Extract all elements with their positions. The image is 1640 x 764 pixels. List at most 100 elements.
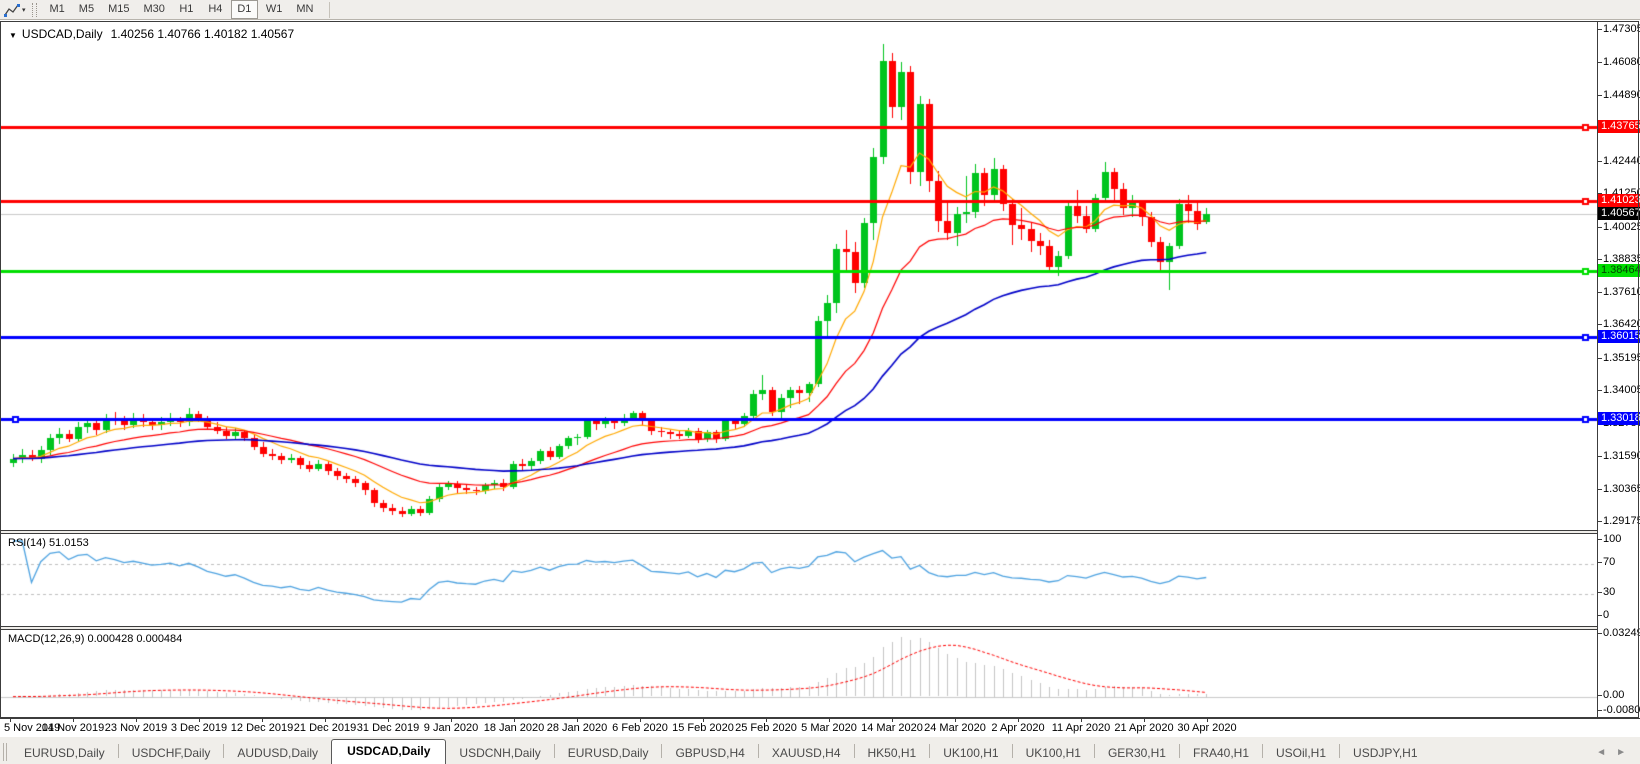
chart-tab-gbpusd-h4[interactable]: GBPUSD,H4 xyxy=(662,743,757,764)
rsi-tick-dash xyxy=(1598,615,1602,616)
macd-tick-dash xyxy=(1598,695,1602,696)
chart-tabs: EURUSD,DailyUSDCHF,DailyAUDUSD,DailyUSDC… xyxy=(11,736,1596,764)
price-tag-1.38464: 1.38464 xyxy=(1598,264,1640,277)
chart-title: ▼ USDCAD,Daily 1.40256 1.40766 1.40182 1.4… xyxy=(9,27,294,41)
chart-tab-usdchf-daily[interactable]: USDCHF,Daily xyxy=(119,743,224,764)
chart-tab-uk100-h1[interactable]: UK100,H1 xyxy=(1013,743,1094,764)
chart-tab-audusd-daily[interactable]: AUDUSD,Daily xyxy=(224,743,331,764)
timeframe-button-h1[interactable]: H1 xyxy=(173,0,200,19)
date-label: 14 Nov 2019 xyxy=(42,722,104,734)
price-tick: 1.34005 xyxy=(1603,384,1640,396)
chart-tab-usoil-h1[interactable]: USOil,H1 xyxy=(1263,743,1339,764)
date-label: 11 Apr 2020 xyxy=(1052,722,1111,734)
date-axis[interactable]: 5 Nov 201914 Nov 201923 Nov 20193 Dec 20… xyxy=(0,719,1640,736)
chart-tab-usdcad-daily[interactable]: USDCAD,Daily xyxy=(331,739,446,764)
rsi-tick: 70 xyxy=(1603,556,1615,568)
price-tick-dash xyxy=(1598,259,1602,260)
timeframe-buttons: M1M5M15M30H1H4D1W1MN xyxy=(43,0,321,20)
date-label: 14 Mar 2020 xyxy=(861,722,923,734)
macd-tick: 0.032493 xyxy=(1603,627,1640,639)
timeframe-button-m1[interactable]: M1 xyxy=(44,0,71,19)
price-tick-dash xyxy=(1598,95,1602,96)
price-tick: 1.29175 xyxy=(1603,515,1640,527)
tab-scroll-arrows: ◄ ► xyxy=(1596,747,1640,764)
price-tick: 1.36420 xyxy=(1603,318,1640,330)
date-label: 24 Mar 2020 xyxy=(924,722,986,734)
chart-title-symbol: USDCAD,Daily xyxy=(22,27,103,41)
rsi-tick-dash xyxy=(1598,592,1602,593)
date-label: 6 Feb 2020 xyxy=(612,722,668,734)
date-label: 21 Dec 2019 xyxy=(294,722,356,734)
rsi-tick-dash xyxy=(1598,539,1602,540)
chart-tab-fra40-h1[interactable]: FRA40,H1 xyxy=(1180,743,1262,764)
macd-tick: 0.00 xyxy=(1603,689,1624,701)
chart-tab-ger30-h1[interactable]: GER30,H1 xyxy=(1095,743,1179,764)
tab-scroll-right-icon[interactable]: ► xyxy=(1616,747,1626,758)
timeframe-button-h4[interactable]: H4 xyxy=(202,0,229,19)
macd-tick-dash xyxy=(1598,710,1602,711)
price-tick-dash xyxy=(1598,29,1602,30)
price-tag-1.43765: 1.43765 xyxy=(1598,120,1640,133)
panel-splitter[interactable] xyxy=(0,530,1597,534)
price-tag-1.40567: 1.40567 xyxy=(1598,207,1640,220)
chart-tab-uk100-h1[interactable]: UK100,H1 xyxy=(930,743,1011,764)
date-label: 30 Apr 2020 xyxy=(1177,722,1236,734)
price-tick-dash xyxy=(1598,390,1602,391)
mt4-window: ▾ M1M5M15M30H1H4D1W1MN ▼ USDCAD,Daily 1.40… xyxy=(0,0,1640,764)
chart-menu-caret-icon[interactable]: ▼ xyxy=(9,31,17,40)
rsi-indicator-canvas[interactable] xyxy=(1,534,1597,626)
price-tick-dash xyxy=(1598,227,1602,228)
price-tag-1.41023: 1.41023 xyxy=(1598,194,1640,207)
price-tick: 1.44890 xyxy=(1603,89,1640,101)
price-tick: 1.46080 xyxy=(1603,56,1640,68)
timeframe-button-d1[interactable]: D1 xyxy=(231,0,258,19)
timeframe-button-w1[interactable]: W1 xyxy=(260,0,289,19)
price-tick-dash xyxy=(1598,62,1602,63)
date-label: 23 Nov 2019 xyxy=(105,722,167,734)
price-tick: 1.37610 xyxy=(1603,286,1640,298)
rsi-tick-dash xyxy=(1598,562,1602,563)
price-axis[interactable]: 1.473051.460801.448901.436651.424401.412… xyxy=(1597,22,1640,718)
date-label: 28 Jan 2020 xyxy=(547,722,608,734)
chart-tab-usdcnh-daily[interactable]: USDCNH,Daily xyxy=(446,743,553,764)
timeframe-button-m5[interactable]: M5 xyxy=(73,0,100,19)
price-tick-dash xyxy=(1598,324,1602,325)
draw-tool-icon xyxy=(4,3,20,17)
price-chart-canvas[interactable] xyxy=(1,22,1597,530)
price-tick-dash xyxy=(1598,456,1602,457)
toolbar: ▾ M1M5M15M30H1H4D1W1MN xyxy=(0,0,1640,20)
macd-tick: -0.008086 xyxy=(1603,704,1640,716)
price-tick: 1.47305 xyxy=(1603,23,1640,35)
price-tick: 1.40025 xyxy=(1603,221,1640,233)
tab-scroll-left-icon[interactable]: ◄ xyxy=(1596,747,1606,758)
date-label: 3 Dec 2019 xyxy=(171,722,227,734)
date-label: 2 Apr 2020 xyxy=(991,722,1044,734)
chart-title-ohlc: 1.40256 1.40766 1.40182 1.40567 xyxy=(111,27,295,41)
panel-splitter[interactable] xyxy=(0,626,1597,630)
price-tick-dash xyxy=(1598,521,1602,522)
date-label: 12 Dec 2019 xyxy=(231,722,293,734)
chart-tab-bar: EURUSD,DailyUSDCHF,DailyAUDUSD,DailyUSDC… xyxy=(0,736,1640,764)
price-tick: 1.30365 xyxy=(1603,483,1640,495)
toolbar-separator xyxy=(329,2,330,18)
chart-tab-eurusd-daily[interactable]: EURUSD,Daily xyxy=(11,743,118,764)
timeframe-button-m15[interactable]: M15 xyxy=(102,0,135,19)
tab-bar-grip-icon xyxy=(3,743,7,761)
date-label: 21 Apr 2020 xyxy=(1114,722,1173,734)
price-tick: 1.42440 xyxy=(1603,155,1640,167)
chart-tab-eurusd-daily[interactable]: EURUSD,Daily xyxy=(555,743,662,764)
chart-window: ▼ USDCAD,Daily 1.40256 1.40766 1.40182 1.4… xyxy=(0,20,1640,736)
timeframe-button-mn[interactable]: MN xyxy=(290,0,319,19)
date-label: 18 Jan 2020 xyxy=(484,722,545,734)
price-tag-1.33018: 1.33018 xyxy=(1598,412,1640,425)
chart-tab-xauusd-h4[interactable]: XAUUSD,H4 xyxy=(759,743,854,764)
toolbar-grip-icon xyxy=(32,3,37,17)
macd-indicator-canvas[interactable] xyxy=(1,630,1597,718)
timeframe-button-m30[interactable]: M30 xyxy=(137,0,170,19)
chart-tab-hk50-h1[interactable]: HK50,H1 xyxy=(855,743,930,764)
price-tick-dash xyxy=(1598,161,1602,162)
price-tick-dash xyxy=(1598,489,1602,490)
chart-tab-usdjpy-h1[interactable]: USDJPY,H1 xyxy=(1340,743,1430,764)
date-label: 15 Feb 2020 xyxy=(672,722,734,734)
draw-tool-button[interactable]: ▾ xyxy=(0,1,30,19)
